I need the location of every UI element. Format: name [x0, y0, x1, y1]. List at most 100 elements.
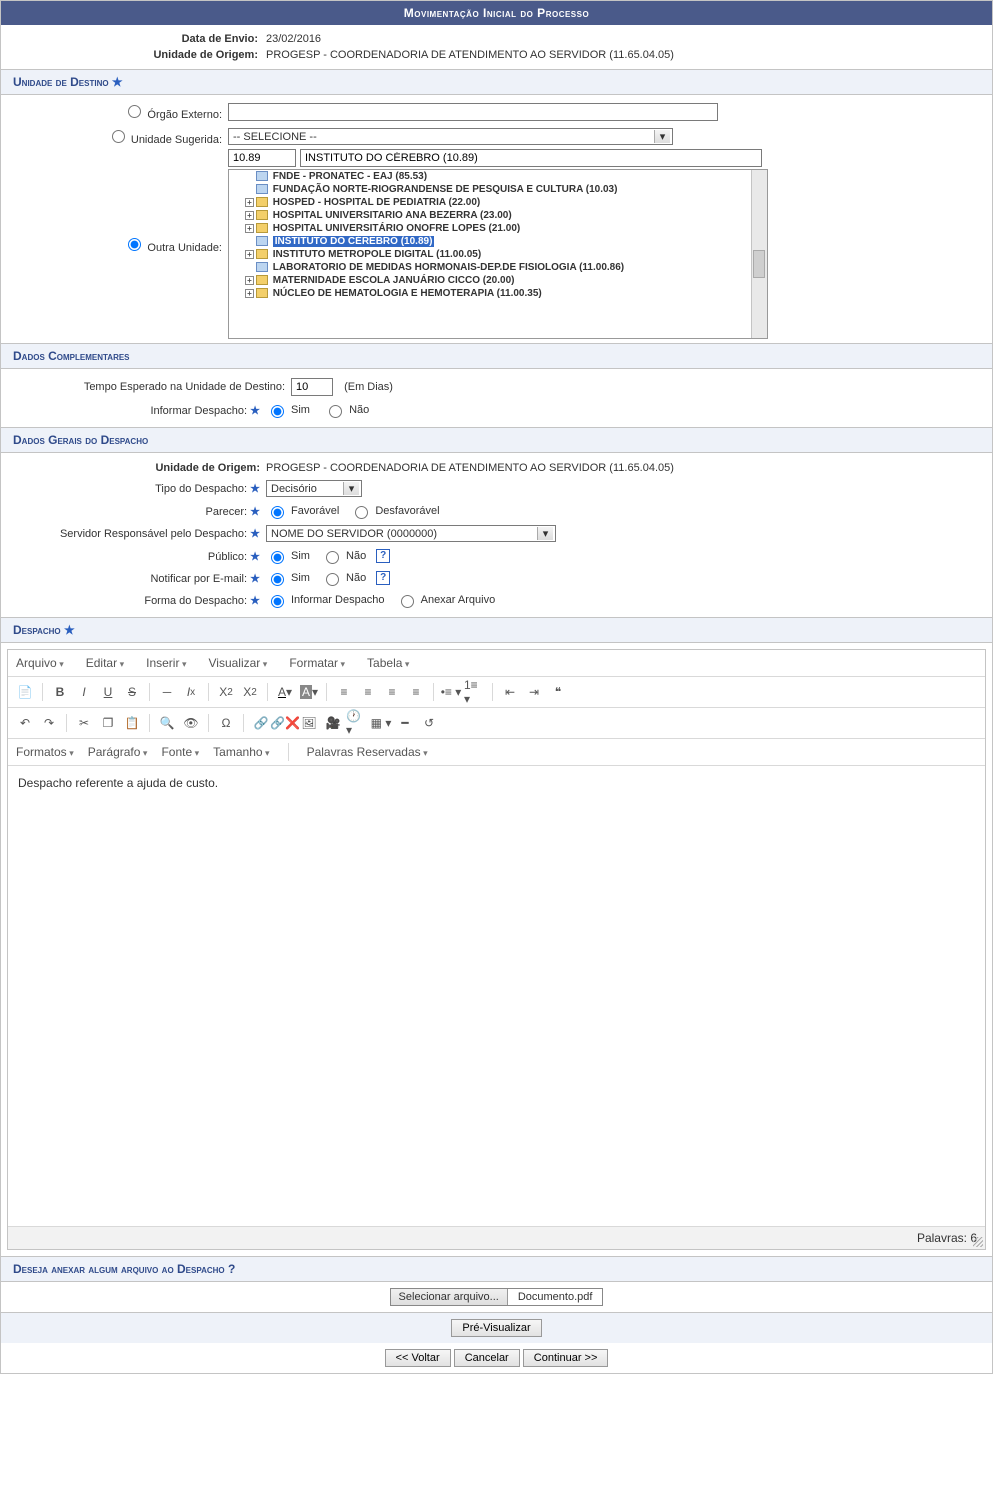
- help-icon[interactable]: ?: [376, 549, 390, 563]
- paste-icon[interactable]: 📋: [121, 712, 143, 734]
- editor-reserved-words[interactable]: Palavras Reservadas: [307, 745, 428, 759]
- tree-node[interactable]: + MATERNIDADE ESCOLA JANUÁRIO CICCO (20.…: [245, 274, 767, 287]
- tree-node[interactable]: FNDE - PRONATEC - EAJ (85.53): [245, 170, 767, 183]
- orgao-externo-input[interactable]: [228, 103, 718, 121]
- restore-icon[interactable]: ↺: [418, 712, 440, 734]
- unidade-name-input[interactable]: [300, 149, 762, 167]
- gerais-origem-value: PROGESP - COORDENADORIA DE ATENDIMENTO A…: [266, 462, 674, 474]
- underline-icon[interactable]: U: [97, 681, 119, 703]
- tree-node[interactable]: + HOSPITAL UNIVERSITÁRIO ONOFRE LOPES (2…: [245, 222, 767, 235]
- editor-content[interactable]: Despacho referente a ajuda de custo.: [8, 766, 985, 1226]
- number-list-icon[interactable]: 1≡ ▾: [464, 681, 486, 703]
- image-icon[interactable]: 🖼: [298, 712, 320, 734]
- unidade-sugerida-radio[interactable]: [112, 130, 125, 143]
- blockquote-icon[interactable]: ❝: [547, 681, 569, 703]
- tree-node[interactable]: + HOSPED - HOSPITAL DE PEDIATRIA (22.00): [245, 196, 767, 209]
- undo-icon[interactable]: ↶: [14, 712, 36, 734]
- scrollbar[interactable]: [751, 170, 767, 338]
- section-dados-complementares: Dados Complementares: [1, 343, 992, 369]
- editor-menu-formatar[interactable]: Formatar: [289, 656, 345, 670]
- data-envio-value: 23/02/2016: [266, 33, 992, 45]
- link-icon[interactable]: 🔗: [250, 712, 272, 734]
- unidade-tree[interactable]: FNDE - PRONATEC - EAJ (85.53) FUNDAÇÃO N…: [228, 169, 768, 339]
- align-justify-icon[interactable]: ≡: [405, 681, 427, 703]
- editor-menu-tabela[interactable]: Tabela: [367, 656, 409, 670]
- editor-menu-arquivo[interactable]: Arquivo: [16, 656, 64, 670]
- section-unidade-destino: Unidade de Destino ★: [1, 69, 992, 95]
- unidade-sugerida-label: Unidade Sugerida:: [131, 134, 222, 146]
- notificar-sim-radio[interactable]: [271, 573, 284, 586]
- indent-icon[interactable]: ⇥: [523, 681, 545, 703]
- datetime-icon[interactable]: 🕐 ▾: [346, 712, 368, 734]
- editor-menu-visualizar[interactable]: Visualizar: [208, 656, 267, 670]
- pagebreak-icon[interactable]: ━: [394, 712, 416, 734]
- editor-menu-editar[interactable]: Editar: [86, 656, 124, 670]
- desfavoravel-radio[interactable]: [355, 506, 368, 519]
- file-name: Documento.pdf: [508, 1289, 603, 1305]
- editor-menu-inserir[interactable]: Inserir: [146, 656, 186, 670]
- unidade-origem-value: PROGESP - COORDENADORIA DE ATENDIMENTO A…: [266, 49, 992, 61]
- tree-node[interactable]: INSTITUTO DO CÉREBRO (10.89): [245, 235, 767, 248]
- orgao-externo-radio[interactable]: [128, 105, 141, 118]
- copy-icon[interactable]: ❐: [97, 712, 119, 734]
- table-icon[interactable]: ▦ ▾: [370, 712, 392, 734]
- align-left-icon[interactable]: ≡: [333, 681, 355, 703]
- page-title: Movimentação Inicial do Processo: [1, 1, 992, 25]
- forma-informar-radio[interactable]: [271, 595, 284, 608]
- editor-format-fonte[interactable]: Fonte: [161, 745, 199, 759]
- servidor-select[interactable]: NOME DO SERVIDOR (0000000)▾: [266, 525, 556, 542]
- continuar-button[interactable]: Continuar >>: [523, 1349, 609, 1367]
- parecer-label: Parecer:: [205, 506, 247, 518]
- strike-icon[interactable]: S: [121, 681, 143, 703]
- hr-icon[interactable]: ─: [156, 681, 178, 703]
- forma-anexar-radio[interactable]: [401, 595, 414, 608]
- voltar-button[interactable]: << Voltar: [385, 1349, 451, 1367]
- tree-node[interactable]: + HOSPITAL UNIVERSITARIO ANA BEZERRA (23…: [245, 209, 767, 222]
- align-right-icon[interactable]: ≡: [381, 681, 403, 703]
- unlink-icon[interactable]: 🔗❌: [274, 712, 296, 734]
- subscript-icon[interactable]: X2: [215, 681, 237, 703]
- unidade-sugerida-select[interactable]: -- SELECIONE --▾: [228, 128, 673, 145]
- cancelar-button[interactable]: Cancelar: [454, 1349, 520, 1367]
- preview-button[interactable]: Pré-Visualizar: [451, 1319, 541, 1337]
- italic-icon[interactable]: I: [73, 681, 95, 703]
- redo-icon[interactable]: ↷: [38, 712, 60, 734]
- editor-format-parágrafo[interactable]: Parágrafo: [88, 745, 148, 759]
- header-info: Data de Envio: 23/02/2016 Unidade de Ori…: [1, 25, 992, 69]
- bullet-list-icon[interactable]: •≡ ▾: [440, 681, 462, 703]
- tree-node[interactable]: + NÚCLEO DE HEMATOLOGIA E HEMOTERAPIA (1…: [245, 287, 767, 300]
- bold-icon[interactable]: B: [49, 681, 71, 703]
- publico-sim-radio[interactable]: [271, 551, 284, 564]
- media-icon[interactable]: 🎥: [322, 712, 344, 734]
- help-icon[interactable]: ?: [376, 571, 390, 585]
- clear-format-icon[interactable]: Ix: [180, 681, 202, 703]
- notificar-nao-radio[interactable]: [326, 573, 339, 586]
- find-icon[interactable]: 🔍: [156, 712, 178, 734]
- editor-format-tamanho[interactable]: Tamanho: [213, 745, 269, 759]
- informar-sim-radio[interactable]: [271, 405, 284, 418]
- editor-toolbar-2: ↶ ↷ ✂ ❐ 📋 🔍 👁 Ω 🔗 🔗❌ 🖼 🎥 🕐 ▾ ▦ ▾ ━ ↺: [8, 708, 985, 739]
- tipo-select[interactable]: Decisório▾: [266, 480, 362, 497]
- cut-icon[interactable]: ✂: [73, 712, 95, 734]
- text-color-icon[interactable]: A ▾: [274, 681, 296, 703]
- orgao-externo-label: Órgão Externo:: [147, 109, 222, 121]
- preview-icon[interactable]: 👁: [180, 712, 202, 734]
- resize-grip-icon[interactable]: [973, 1237, 983, 1247]
- unidade-code-input[interactable]: [228, 149, 296, 167]
- superscript-icon[interactable]: X2: [239, 681, 261, 703]
- bg-color-icon[interactable]: A ▾: [298, 681, 320, 703]
- special-char-icon[interactable]: Ω: [215, 712, 237, 734]
- tree-node[interactable]: LABORATORIO DE MEDIDAS HORMONAIS-DEP.DE …: [245, 261, 767, 274]
- new-doc-icon[interactable]: 📄: [14, 681, 36, 703]
- publico-nao-radio[interactable]: [326, 551, 339, 564]
- outdent-icon[interactable]: ⇤: [499, 681, 521, 703]
- tempo-input[interactable]: [291, 378, 333, 396]
- editor-format-formatos[interactable]: Formatos: [16, 745, 74, 759]
- tree-node[interactable]: FUNDAÇÃO NORTE-RIOGRANDENSE DE PESQUISA …: [245, 183, 767, 196]
- informar-nao-radio[interactable]: [329, 405, 342, 418]
- tree-node[interactable]: + INSTITUTO METROPOLE DIGITAL (11.00.05): [245, 248, 767, 261]
- align-center-icon[interactable]: ≡: [357, 681, 379, 703]
- file-select-button[interactable]: Selecionar arquivo...: [391, 1289, 508, 1305]
- outra-unidade-radio[interactable]: [128, 238, 141, 251]
- favoravel-radio[interactable]: [271, 506, 284, 519]
